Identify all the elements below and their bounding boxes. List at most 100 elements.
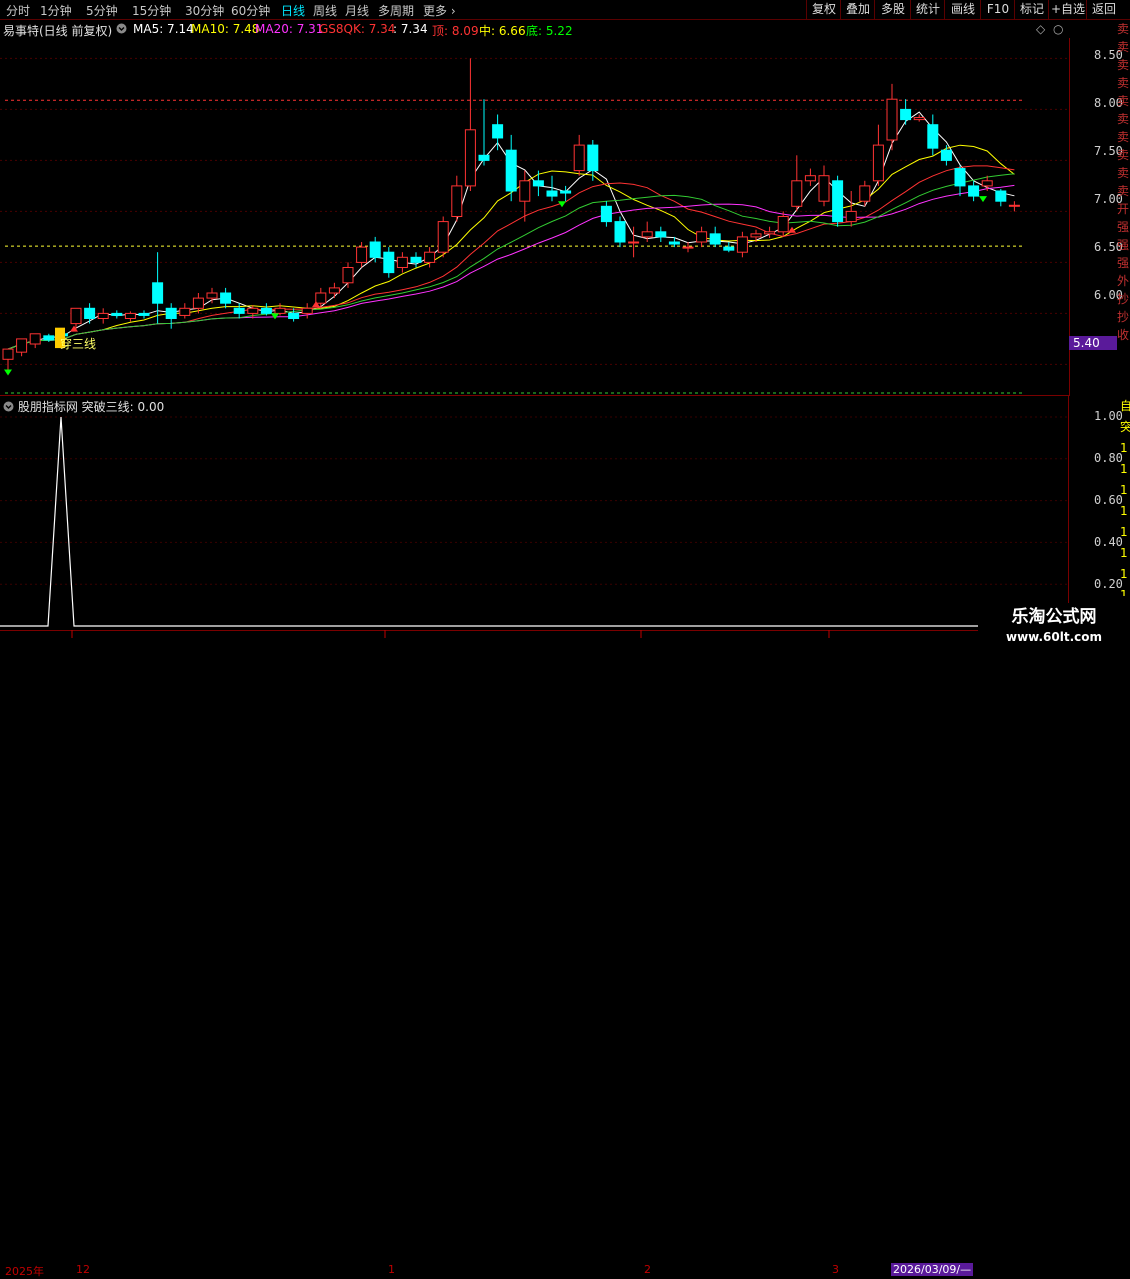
candle-body [233, 307, 245, 314]
candle-body [832, 180, 844, 223]
candle-body [464, 129, 476, 187]
candle-body [900, 108, 912, 121]
candle-body [396, 256, 408, 269]
date-axis: 2025年 12 1 2 3 2026/03/09/— [0, 630, 1130, 1278]
tab-fenshi[interactable]: 分时 [6, 2, 30, 19]
overlay-button[interactable]: 叠加 [840, 0, 875, 19]
site-watermark: 乐淘公式网 www.60lt.com [978, 603, 1130, 650]
tab-60min[interactable]: 60分钟 [231, 2, 270, 19]
tab-30min[interactable]: 30分钟 [185, 2, 224, 19]
candle-body [138, 312, 150, 316]
candle-body [913, 117, 925, 121]
fuquan-button[interactable]: 复权 [806, 0, 841, 19]
back-button[interactable]: 返回 [1086, 0, 1121, 19]
f10-button[interactable]: F10 [980, 0, 1015, 19]
candle-body [628, 241, 640, 244]
candle-body [560, 190, 572, 194]
candle-body [152, 282, 164, 304]
candle-body [328, 287, 340, 294]
candle-body [43, 335, 55, 341]
candle-body [437, 221, 449, 253]
stock-title: 易事特(日线 前复权) [3, 24, 113, 38]
chevron-right-icon: › [450, 4, 456, 18]
candle-body [97, 312, 109, 319]
ma5-value: MA5: 7.14 [133, 22, 194, 36]
cursor-date: 2026/03/09/— [891, 1263, 974, 1276]
diamond-icon[interactable]: ◇ [1036, 22, 1045, 36]
candle-body [342, 267, 354, 284]
watermark-title: 乐淘公式网 [1011, 607, 1097, 627]
candle-body [764, 231, 776, 235]
date-month: 2 [644, 1263, 651, 1276]
multi-stock-button[interactable]: 多股 [874, 0, 911, 19]
candle-body [859, 185, 871, 202]
main-candle-chart[interactable] [0, 38, 1069, 395]
watermark-url: www.60lt.com [1005, 630, 1103, 644]
candle-body [995, 190, 1007, 202]
candle-body [274, 307, 286, 314]
candle-body [614, 221, 626, 243]
date-month: 12 [76, 1263, 90, 1276]
date-month: 1 [388, 1263, 395, 1276]
add-watchlist-button[interactable]: +自选 [1048, 0, 1087, 19]
candle-body [192, 297, 204, 309]
date-year: 2025年 [5, 1265, 44, 1278]
candle-body [668, 241, 680, 245]
candle-body [410, 256, 422, 263]
tab-5min[interactable]: 5分钟 [86, 2, 118, 19]
candle-body [546, 190, 558, 197]
candle-body [886, 98, 898, 141]
indicator-side-column: 自突1111111111 [1120, 399, 1130, 596]
candle-body [301, 307, 313, 314]
candle-body [451, 185, 463, 217]
draw-line-button[interactable]: 画线 [944, 0, 981, 19]
tab-1min[interactable]: 1分钟 [40, 2, 72, 19]
tab-more[interactable]: 更多 › [423, 2, 456, 19]
candle-body [1008, 204, 1020, 207]
candle-body [179, 307, 191, 316]
tab-weekly[interactable]: 周线 [313, 2, 337, 19]
mark-button[interactable]: 标记 [1014, 0, 1049, 19]
candle-body [573, 144, 585, 172]
candle-body [655, 231, 667, 238]
candle-body [424, 251, 436, 263]
tab-15min[interactable]: 15分钟 [132, 2, 171, 19]
candle-body [682, 246, 694, 249]
candle-body [777, 216, 789, 233]
signal-arrow-icon [979, 196, 987, 203]
candle-body [954, 168, 966, 187]
candle-body [981, 180, 993, 187]
candle-body [29, 333, 41, 345]
mid-value: 中: 6.66 [479, 24, 526, 38]
candle-body [70, 307, 82, 325]
candle-body [260, 307, 272, 314]
candle-body [247, 307, 259, 314]
candle-body [723, 246, 735, 251]
candle-body [532, 180, 544, 187]
candle-body [927, 124, 939, 149]
indicator-chart[interactable] [0, 396, 1069, 630]
ma-line [7, 184, 1015, 350]
signal-arrow-icon [70, 325, 78, 332]
tab-monthly[interactable]: 月线 [345, 2, 369, 19]
candle-body [165, 307, 177, 319]
candle-body [505, 149, 517, 192]
candle-body [124, 312, 136, 319]
tab-daily[interactable]: 日线 [281, 2, 305, 19]
candle-body [750, 233, 762, 238]
ma20-value: MA20: 7.31 [255, 22, 324, 36]
tab-multi-period[interactable]: 多周期 [378, 2, 414, 19]
gs8qk-value: GS8QK: 7.34 [319, 22, 396, 36]
cross-three-lines-label: 穿三线 [60, 337, 97, 351]
candle-body [736, 236, 748, 253]
chevron-down-icon[interactable] [116, 23, 127, 37]
candle-body [791, 180, 803, 207]
gs8qk-value2: : 7.34 [393, 22, 428, 36]
current-price-tag: 5.40 [1069, 336, 1117, 350]
candle-body [356, 246, 368, 263]
date-month: 3 [832, 1263, 839, 1276]
circle-icon[interactable]: ○ [1053, 22, 1063, 36]
candle-body [519, 180, 531, 202]
signal-arrow-icon [4, 369, 12, 376]
statistics-button[interactable]: 统计 [910, 0, 945, 19]
